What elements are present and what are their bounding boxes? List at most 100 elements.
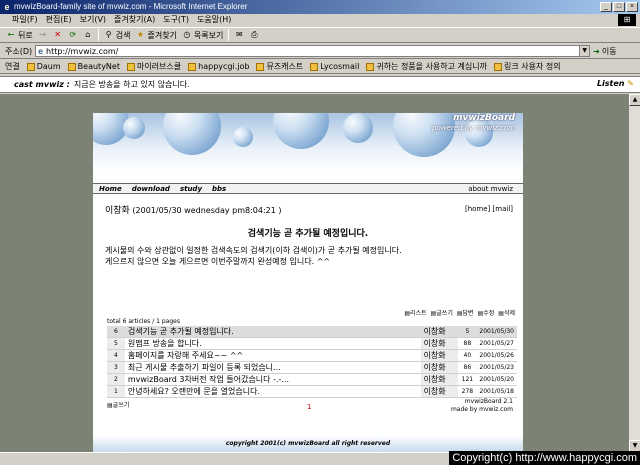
write-button-label: 글쓰기 xyxy=(436,310,453,317)
speaker-icon: ✎ xyxy=(627,79,634,88)
stop-button[interactable]: ✕ xyxy=(53,30,63,40)
address-label: 주소(D) xyxy=(5,46,33,56)
banner-title: mvwizBoard xyxy=(453,113,515,123)
table-row[interactable]: 3 최근 게시물 추출하기 파일이 등록 되었습니... 이창화 86 2001… xyxy=(107,361,517,374)
table-row[interactable]: 6 검색기능 곧 추가될 예정입니다. 이창화 5 2001/05/30 xyxy=(107,326,517,338)
back-arrow-icon: ← xyxy=(7,30,15,39)
list-footer-write[interactable]: ▤글쓰기 xyxy=(107,400,129,409)
menu-favorites[interactable]: 즐겨찾기(A) xyxy=(114,14,155,26)
row-date: 2001/05/23 xyxy=(476,361,517,374)
nav-home[interactable]: Home xyxy=(99,185,122,193)
post-body-line: 게시물의 수와 상관없이 일정한 검색속도의 검색기(이하 검색이)가 곧 추가… xyxy=(105,246,402,255)
copyright-watermark: Copyright(c) http://www.happycgi.com xyxy=(449,451,640,465)
row-hits: 88 xyxy=(458,337,477,350)
link-musecast[interactable]: 뮤즈캐스트 xyxy=(256,61,303,72)
row-hits: 86 xyxy=(458,361,477,374)
history-button[interactable]: ◷ 목록보기 xyxy=(182,30,223,41)
scroll-up-icon[interactable]: ▲ xyxy=(629,94,640,106)
menu-help[interactable]: 도움말(H) xyxy=(197,14,231,26)
home-icon: ⌂ xyxy=(85,30,91,39)
bubble-decoration xyxy=(233,127,253,147)
menu-tools[interactable]: 도구(T) xyxy=(163,14,189,26)
nav-download[interactable]: download xyxy=(132,185,170,193)
link-label: BeautyNet xyxy=(77,62,120,71)
ie-logo-icon: e xyxy=(4,2,10,12)
row-author[interactable]: 이창화 xyxy=(420,349,459,362)
go-button[interactable]: ➔ 이동 xyxy=(593,46,616,57)
row-date: 2001/05/18 xyxy=(476,385,517,398)
write-button[interactable]: ▤글쓰기 xyxy=(431,308,453,317)
row-subject[interactable]: 안녕하세요? 오랜만에 문을 열었습니다. xyxy=(124,385,421,398)
link-lycosmail[interactable]: Lycosmail xyxy=(310,62,359,71)
refresh-button[interactable]: ⟳ xyxy=(68,30,78,40)
link-icon xyxy=(126,62,135,71)
maximize-button[interactable]: □ xyxy=(613,2,625,12)
delete-button[interactable]: ▤삭제 xyxy=(498,308,515,317)
favorites-label: 즐겨찾기 xyxy=(147,30,177,40)
row-subject[interactable]: 검색기능 곧 추가될 예정입니다. xyxy=(124,326,421,338)
address-dropdown-icon[interactable]: ▼ xyxy=(579,46,590,56)
list-button[interactable]: ▤리스트 xyxy=(404,308,426,317)
close-button[interactable]: × xyxy=(626,2,638,12)
link-happycgi-job[interactable]: happycgi.job xyxy=(188,62,249,71)
favorites-button[interactable]: ★ 즐겨찾기 xyxy=(135,30,177,41)
minimize-button[interactable]: _ xyxy=(600,2,612,12)
home-button[interactable]: ⌂ xyxy=(83,30,93,40)
menu-view[interactable]: 보기(V) xyxy=(80,14,106,26)
stop-icon: ✕ xyxy=(54,30,62,39)
page-icon: e xyxy=(38,46,44,56)
version-line: made by mvwiz.com xyxy=(450,406,513,413)
post-home-link[interactable]: [home] xyxy=(465,205,490,213)
site-nav: Home download study bbs about mvwiz xyxy=(93,183,523,194)
link-icon xyxy=(188,62,197,71)
table-row[interactable]: 1 안녕하세요? 오랜만에 문을 열었습니다. 이창화 278 2001/05/… xyxy=(107,385,517,398)
row-author[interactable]: 이창화 xyxy=(420,337,459,350)
table-row[interactable]: 2 mvwizBoard 3차버전 작업 들어갔습니다 -.-... 이창화 1… xyxy=(107,373,517,386)
nav-study[interactable]: study xyxy=(180,185,202,193)
row-author[interactable]: 이창화 xyxy=(420,361,459,374)
menu-file[interactable]: 파일(F) xyxy=(12,14,38,26)
table-row[interactable]: 5 원맵프 방송을 합니다. 이창화 88 2001/05/27 xyxy=(107,337,517,350)
search-button[interactable]: ⚲ 검색 xyxy=(104,30,131,41)
link-daum[interactable]: Daum xyxy=(26,62,61,71)
board-version: mvwizBoard 2.1 made by mvwiz.com xyxy=(451,398,513,414)
banner-spacer xyxy=(93,171,523,183)
link-customize[interactable]: 링크 사용자 정의 xyxy=(494,61,561,72)
vertical-scrollbar[interactable]: ▲ ▼ xyxy=(628,94,640,452)
row-hits: 40 xyxy=(458,349,477,362)
row-subject[interactable]: 최근 게시물 추출하기 파일이 등록 되었습니... xyxy=(124,361,421,374)
reply-button[interactable]: ▤답변 xyxy=(457,308,474,317)
menu-edit[interactable]: 편집(E) xyxy=(46,14,72,26)
address-input[interactable]: e http://mvwiz.com/ ▼ xyxy=(35,45,591,57)
table-row[interactable]: 4 홈페이지를 자랑해 주세요~~ ^^ 이창화 40 2001/05/26 xyxy=(107,349,517,362)
link-iloveschool[interactable]: 마이러브스쿨 xyxy=(126,61,181,72)
print-button[interactable]: ⎙ xyxy=(249,30,259,40)
row-subject[interactable]: mvwizBoard 3차버전 작업 들어갔습니다 -.-... xyxy=(124,373,421,386)
row-subject[interactable]: 홈페이지를 자랑해 주세요~~ ^^ xyxy=(124,349,421,362)
nav-bbs[interactable]: bbs xyxy=(212,185,226,193)
link-beautynet[interactable]: BeautyNet xyxy=(67,62,120,71)
row-date: 2001/05/27 xyxy=(476,337,517,350)
row-number: 3 xyxy=(107,361,125,374)
row-author[interactable]: 이창화 xyxy=(420,326,459,338)
row-author[interactable]: 이창화 xyxy=(420,385,459,398)
row-author[interactable]: 이창화 xyxy=(420,373,459,386)
print-icon: ⎙ xyxy=(251,30,258,39)
mail-button[interactable]: ✉ xyxy=(234,30,244,40)
browser-toolbar: ← 뒤로 → ✕ ⟳ ⌂ ⚲ 검색 ★ 즐겨찾기 ◷ 목록보기 ✉ ⎙ xyxy=(0,27,640,43)
page-number[interactable]: 1 xyxy=(307,403,311,411)
back-button[interactable]: ← 뒤로 xyxy=(6,30,33,41)
listen-button[interactable]: Listen ✎ xyxy=(597,79,634,88)
row-subject[interactable]: 원맵프 방송을 합니다. xyxy=(124,337,421,350)
forward-button[interactable]: → xyxy=(38,30,48,40)
list-total: total 6 articles / 1 pages xyxy=(107,318,180,325)
row-hits: 5 xyxy=(458,326,477,338)
nav-about[interactable]: about mvwiz xyxy=(468,185,513,193)
link-genuine[interactable]: 귀하는 정품을 사용하고 계십니까 xyxy=(366,61,487,72)
post-mail-link[interactable]: [mail] xyxy=(493,205,513,213)
row-hits: 121 xyxy=(458,373,477,386)
window-title: mvwizBoard-family site of mvwiz.com - Mi… xyxy=(14,2,248,11)
write-link-label: 글쓰기 xyxy=(112,402,130,409)
edit-button[interactable]: ▤수정 xyxy=(478,308,495,317)
page-footer: copyright 2001(c) mvwizBoard all right r… xyxy=(93,435,523,452)
